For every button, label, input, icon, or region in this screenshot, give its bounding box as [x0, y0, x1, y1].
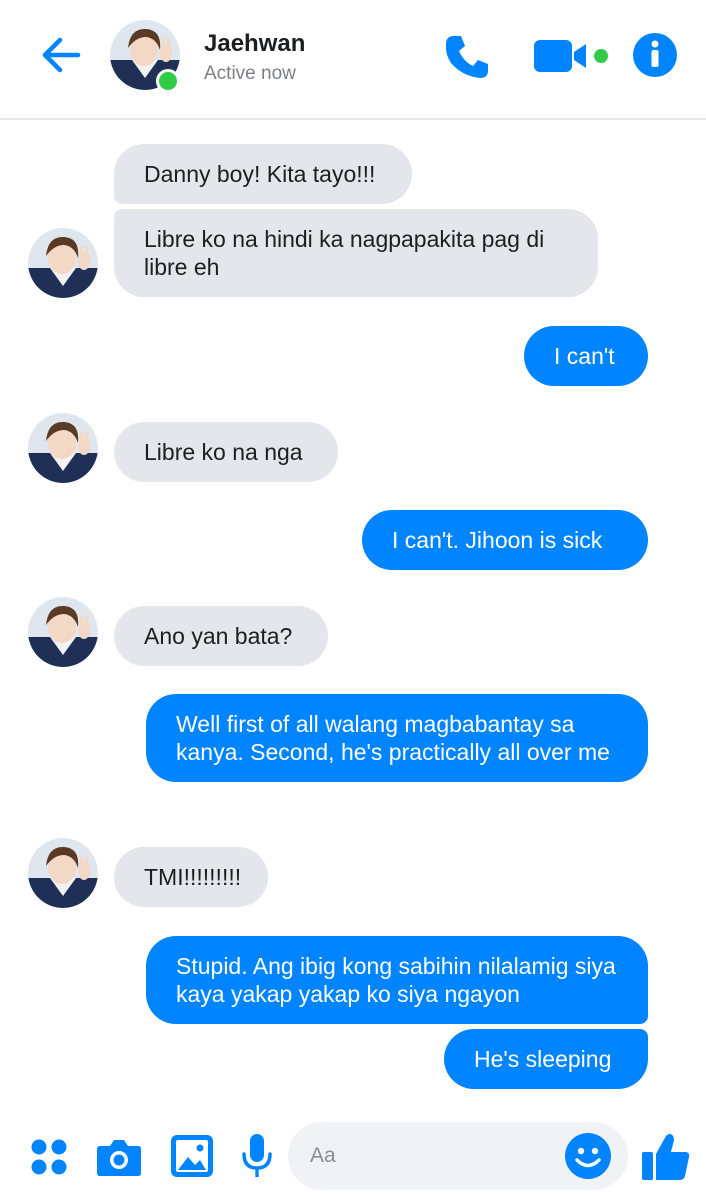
message-bubble-incoming[interactable]: Ano yan bata? [114, 606, 328, 666]
back-arrow-icon[interactable] [38, 32, 84, 78]
message-bubble-incoming[interactable]: Libre ko na nga [114, 422, 338, 482]
sender-avatar[interactable] [28, 597, 98, 667]
message-bubble-incoming[interactable]: Danny boy! Kita tayo!!! [114, 144, 412, 204]
sender-avatar[interactable] [28, 838, 98, 908]
video-active-dot [594, 49, 608, 63]
gallery-icon[interactable] [170, 1134, 214, 1178]
online-status-dot [156, 69, 180, 93]
message-bubble-outgoing[interactable]: Stupid. Ang ibig kong sabihin nilalamig … [146, 936, 648, 1024]
message-bubble-outgoing[interactable]: He's sleeping [444, 1029, 648, 1089]
menu-dots-icon[interactable] [30, 1138, 68, 1176]
camera-icon[interactable] [96, 1136, 142, 1178]
sender-avatar[interactable] [28, 228, 98, 298]
sender-avatar[interactable] [28, 413, 98, 483]
contact-name[interactable]: Jaehwan [204, 30, 305, 58]
microphone-icon[interactable] [240, 1132, 274, 1180]
message-bubble-outgoing[interactable]: I can't [524, 326, 648, 386]
active-status: Active now [204, 63, 296, 84]
video-camera-icon[interactable] [534, 36, 590, 76]
conversation-header: Jaehwan Active now [0, 0, 706, 120]
thumbs-up-icon[interactable] [640, 1130, 692, 1182]
phone-icon[interactable] [442, 32, 492, 82]
info-icon[interactable] [632, 32, 678, 78]
message-bubble-outgoing[interactable]: I can't. Jihoon is sick [362, 510, 648, 570]
emoji-icon[interactable] [564, 1132, 612, 1180]
message-bubble-incoming[interactable]: Libre ko na hindi ka nagpapakita pag di … [114, 209, 598, 297]
message-bubble-incoming[interactable]: TMI!!!!!!!!! [114, 847, 268, 907]
message-bubble-outgoing[interactable]: Well first of all walang magbabantay sa … [146, 694, 648, 782]
